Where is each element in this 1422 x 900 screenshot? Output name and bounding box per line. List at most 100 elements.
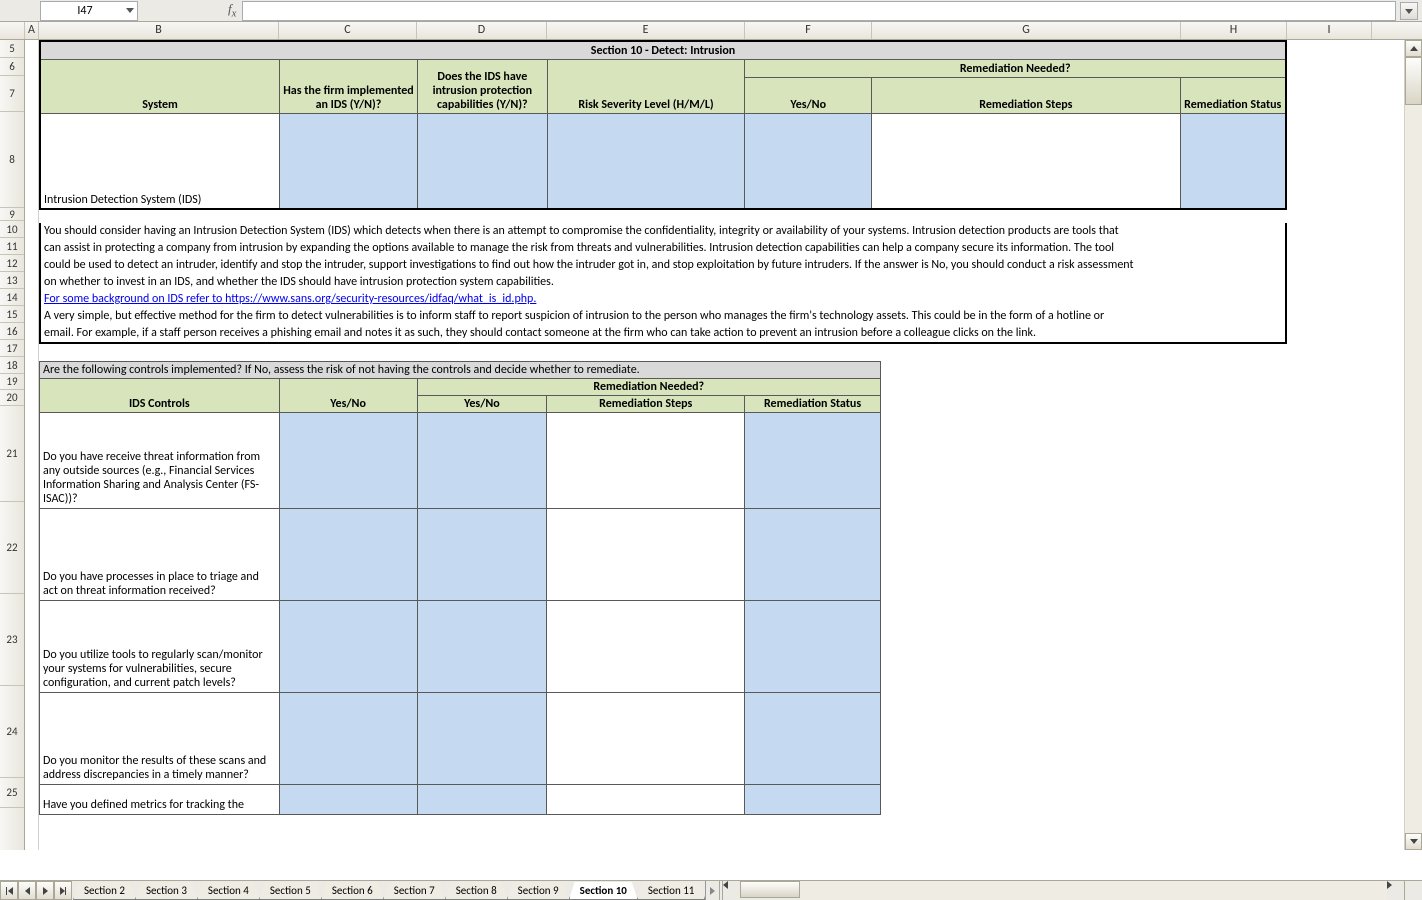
note-line: A very simple, but effective method for …	[41, 308, 1285, 325]
scroll-up-button[interactable]	[1405, 40, 1422, 57]
chevron-down-icon[interactable]	[126, 8, 134, 13]
cell-implemented[interactable]	[280, 113, 418, 209]
sheet-tab[interactable]: Section 7	[383, 882, 446, 900]
control-yesno[interactable]	[279, 413, 417, 509]
sheet-tab[interactable]: Section 3	[135, 882, 198, 900]
row-header[interactable]: 21	[0, 406, 24, 502]
horizontal-scrollbar[interactable]	[719, 881, 1404, 900]
row-header[interactable]: 9	[0, 208, 24, 221]
row-header[interactable]: 13	[0, 272, 24, 289]
control-yesno[interactable]	[279, 693, 417, 785]
tab-nav-last-button[interactable]	[54, 881, 72, 900]
tabs-scroll-right-icon[interactable]	[705, 881, 719, 900]
control-yesno[interactable]	[279, 785, 417, 815]
row-header[interactable]: 5	[0, 40, 24, 58]
cell-protection[interactable]	[417, 113, 547, 209]
row-header[interactable]: 24	[0, 686, 24, 778]
row-header[interactable]: 6	[0, 58, 24, 76]
hdr-controls-rem: Remediation Needed?	[417, 379, 881, 396]
row-header[interactable]: 25	[0, 778, 24, 808]
col-header[interactable]: B	[39, 22, 279, 39]
row-header[interactable]: 20	[0, 390, 24, 406]
formula-input[interactable]	[242, 1, 1396, 21]
scroll-down-button[interactable]	[1405, 833, 1422, 850]
row-header[interactable]: 19	[0, 374, 24, 390]
control-rem-status[interactable]	[745, 509, 881, 601]
note-line: email. For example, if a staff person re…	[41, 325, 1285, 342]
vertical-scrollbar[interactable]	[1404, 40, 1422, 850]
col-header[interactable]: D	[417, 22, 547, 39]
control-rem-yesno[interactable]	[417, 601, 547, 693]
sheet-tab[interactable]: Section 2	[73, 882, 136, 900]
hdr-rem-status: Remediation Status	[745, 396, 881, 413]
control-question[interactable]: Have you defined metrics for tracking th…	[40, 785, 280, 815]
control-rem-steps[interactable]	[547, 413, 745, 509]
col-header[interactable]: G	[872, 22, 1181, 39]
col-header[interactable]: F	[745, 22, 872, 39]
scroll-right-button[interactable]	[1387, 881, 1404, 900]
tab-nav-first-button[interactable]	[0, 881, 18, 900]
row-header[interactable]: 8	[0, 112, 24, 208]
row-header[interactable]: 10	[0, 221, 24, 238]
ids-reference-link[interactable]: For some background on IDS refer to http…	[44, 292, 536, 306]
control-rem-status[interactable]	[745, 785, 881, 815]
row-header[interactable]: 11	[0, 238, 24, 255]
row-header[interactable]: 14	[0, 289, 24, 306]
control-rem-steps[interactable]	[547, 785, 745, 815]
control-question[interactable]: Do you utilize tools to regularly scan/m…	[40, 601, 280, 693]
control-rem-steps[interactable]	[547, 693, 745, 785]
tab-nav-next-button[interactable]	[36, 881, 54, 900]
sheet-tab[interactable]: Section 9	[507, 882, 570, 900]
row-header[interactable]: 22	[0, 502, 24, 594]
fx-icon[interactable]: fx	[228, 1, 236, 20]
control-question[interactable]: Do you have processes in place to triage…	[40, 509, 280, 601]
select-all-corner[interactable]	[0, 22, 25, 39]
sheet-tab[interactable]: Section 6	[321, 882, 384, 900]
hscroll-thumb[interactable]	[740, 881, 800, 898]
control-question[interactable]: Do you have receive threat information f…	[40, 413, 280, 509]
spreadsheet-grid[interactable]: Section 10 - Detect: Intrusion System Ha…	[25, 40, 1422, 850]
note-line: You should consider having an Intrusion …	[41, 223, 1285, 240]
name-box[interactable]: I47	[40, 1, 138, 21]
cell-rem-yesno[interactable]	[745, 113, 872, 209]
sheet-tab[interactable]: Section 5	[259, 882, 322, 900]
row-header[interactable]: 12	[0, 255, 24, 272]
control-rem-yesno[interactable]	[417, 785, 547, 815]
col-header[interactable]: H	[1181, 22, 1287, 39]
control-rem-status[interactable]	[745, 601, 881, 693]
col-header[interactable]: E	[547, 22, 745, 39]
scroll-thumb[interactable]	[1405, 57, 1422, 105]
control-question[interactable]: Do you monitor the results of these scan…	[40, 693, 280, 785]
tab-nav-prev-button[interactable]	[18, 881, 36, 900]
scrollbar-corner	[1404, 881, 1422, 900]
sheet-tab[interactable]: Section 4	[197, 882, 260, 900]
control-yesno[interactable]	[279, 509, 417, 601]
control-rem-steps[interactable]	[547, 601, 745, 693]
col-header[interactable]: C	[279, 22, 417, 39]
cell-rem-steps[interactable]	[872, 113, 1180, 209]
row-header[interactable]: 17	[0, 340, 24, 357]
col-header[interactable]: A	[25, 22, 39, 39]
row-header[interactable]: 23	[0, 594, 24, 686]
control-yesno[interactable]	[279, 601, 417, 693]
sheet-tab[interactable]: Section 8	[445, 882, 508, 900]
cell-risk[interactable]	[547, 113, 745, 209]
control-rem-status[interactable]	[745, 693, 881, 785]
control-rem-yesno[interactable]	[417, 509, 547, 601]
row-header[interactable]: 18	[0, 357, 24, 374]
scroll-left-button[interactable]	[723, 881, 740, 900]
sheet-tab[interactable]: Section 10	[569, 882, 638, 900]
cell-system[interactable]: Intrusion Detection System (IDS)	[40, 113, 280, 209]
hdr-protection: Does the IDS have intrusion protection c…	[417, 59, 547, 113]
cell-rem-status[interactable]	[1180, 113, 1286, 209]
row-header[interactable]: 15	[0, 306, 24, 323]
sheet-tab[interactable]: Section 11	[637, 882, 706, 900]
col-header[interactable]: I	[1287, 22, 1372, 39]
control-rem-status[interactable]	[745, 413, 881, 509]
formula-bar-expand-button[interactable]	[1400, 2, 1418, 20]
control-rem-steps[interactable]	[547, 509, 745, 601]
row-header[interactable]: 16	[0, 323, 24, 340]
control-rem-yesno[interactable]	[417, 693, 547, 785]
row-header[interactable]: 7	[0, 76, 24, 112]
control-rem-yesno[interactable]	[417, 413, 547, 509]
